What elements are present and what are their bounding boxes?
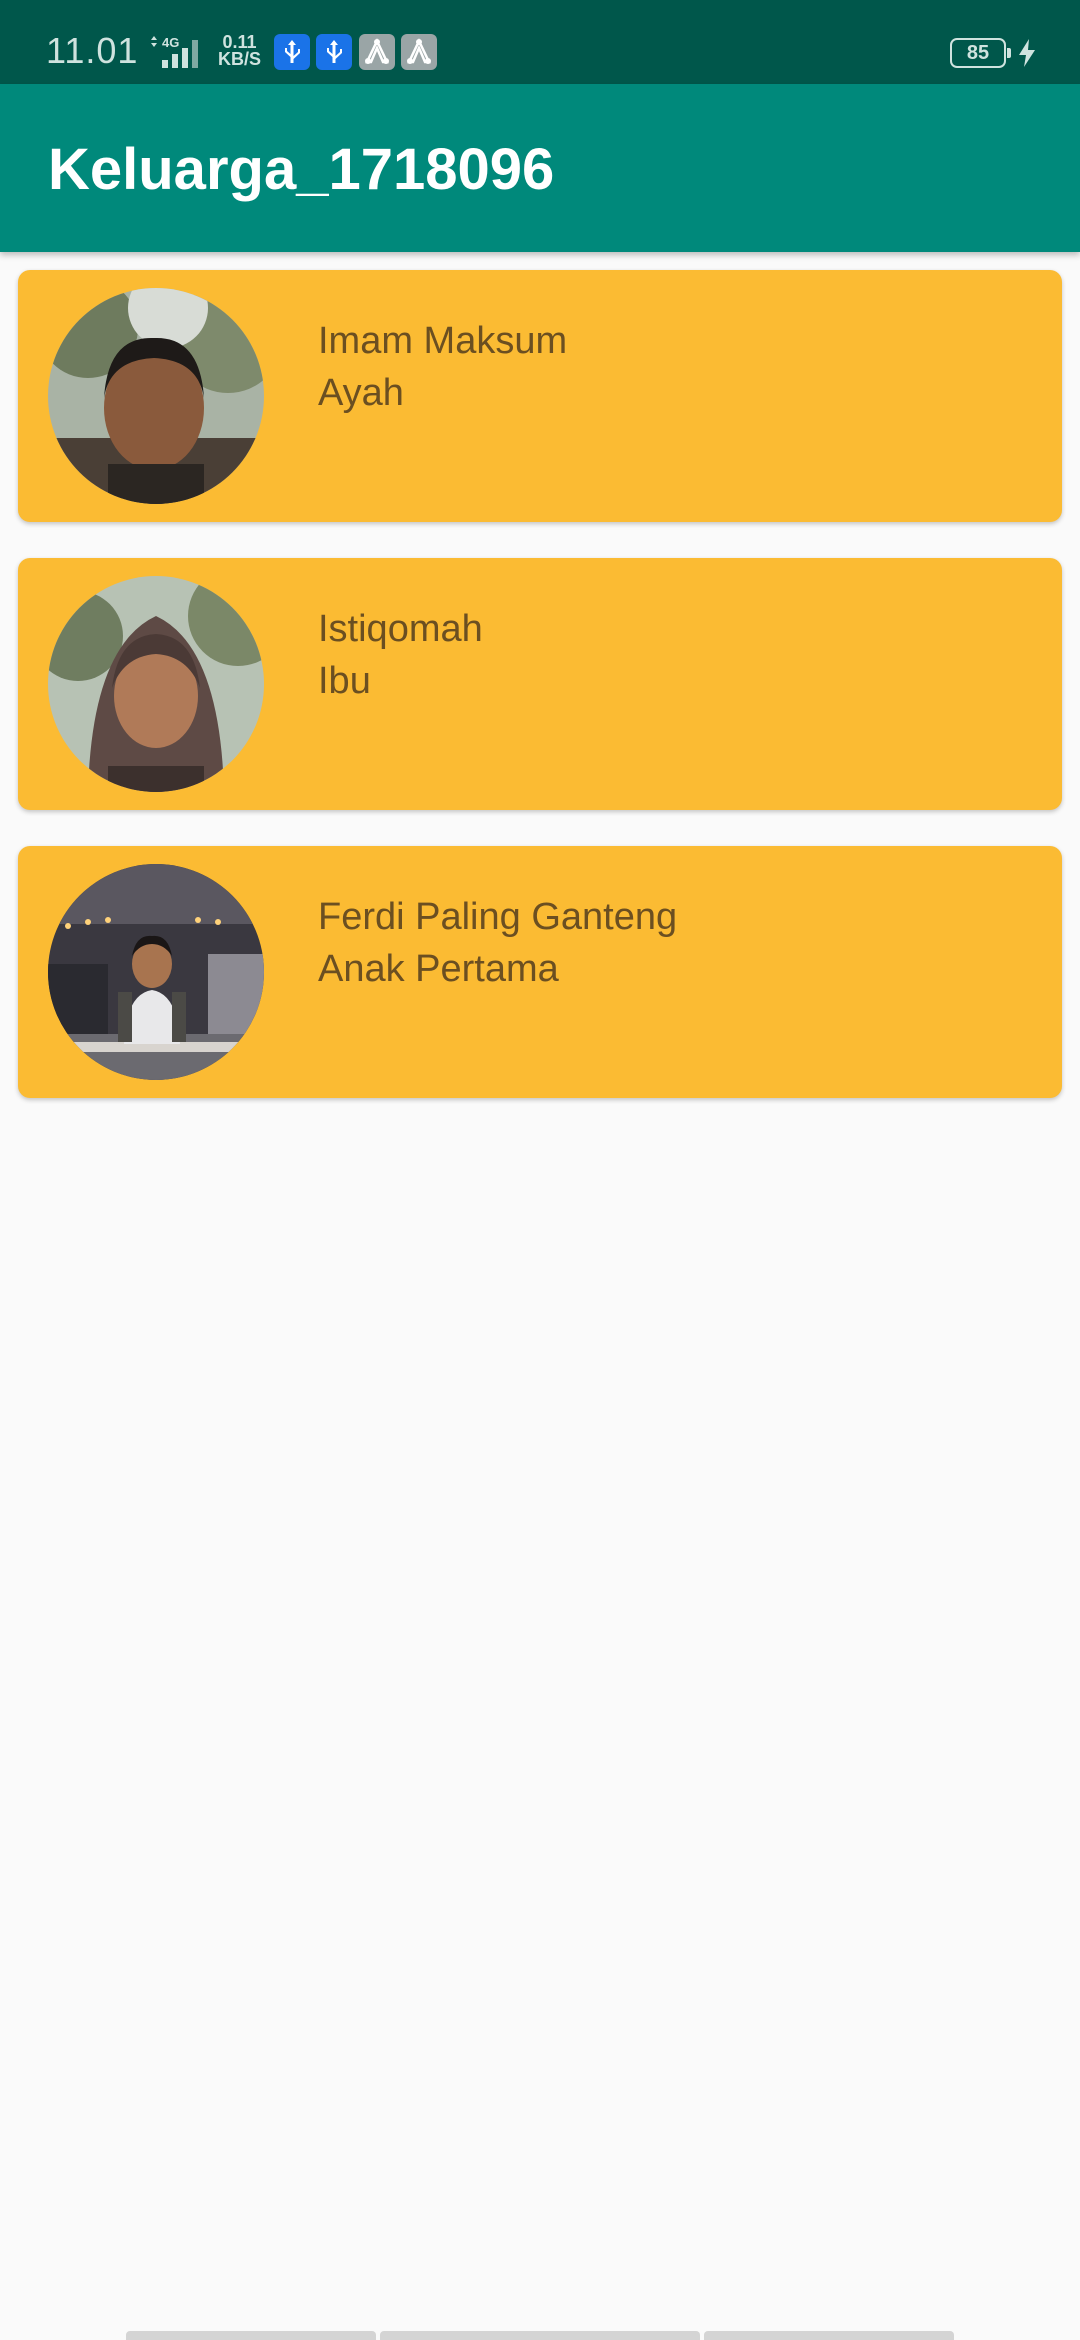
a-icon: [401, 34, 437, 70]
avatar: [48, 864, 264, 1080]
app-bar: Keluarga_1718096: [0, 84, 1080, 252]
avatar: [48, 288, 264, 504]
nav-hint-right[interactable]: [704, 2331, 954, 2340]
member-name: Imam Maksum: [318, 320, 568, 362]
family-card[interactable]: Imam Maksum Ayah: [18, 270, 1062, 522]
family-list: Imam Maksum Ayah Istiqomah Ibu Ferdi Pal…: [18, 270, 1062, 1134]
avatar: [48, 576, 264, 792]
battery-icon: 85: [950, 38, 1011, 68]
family-card[interactable]: Ferdi Paling Ganteng Anak Pertama: [18, 846, 1062, 1098]
app-title: Keluarga_1718096: [48, 137, 555, 202]
member-role: Anak Pertama: [318, 948, 559, 990]
member-name: Istiqomah: [318, 608, 483, 650]
usb-icon: [274, 34, 310, 70]
a-icon: [359, 34, 395, 70]
signal-icon: 4G: [151, 35, 198, 68]
charging-icon: [1019, 39, 1035, 67]
member-role: Ibu: [318, 660, 371, 702]
svg-text:4G: 4G: [162, 35, 179, 50]
status-time: 11.01: [46, 30, 139, 71]
battery-level: 85: [966, 42, 990, 64]
network-speed: 0.11 KB/S: [218, 32, 262, 69]
member-name: Ferdi Paling Ganteng: [318, 896, 678, 938]
nav-hint-center[interactable]: [380, 2331, 700, 2340]
usb-icon: [316, 34, 352, 70]
status-bar: 11.01 4G 0.11 KB/S 85: [0, 0, 1080, 84]
member-role: Ayah: [318, 372, 404, 414]
family-card[interactable]: Istiqomah Ibu: [18, 558, 1062, 810]
nav-hint-left[interactable]: [126, 2331, 376, 2340]
